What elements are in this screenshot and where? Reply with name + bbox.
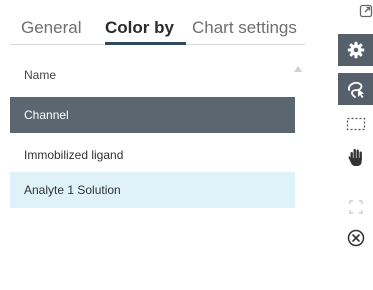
rectangle-select-icon (346, 117, 365, 131)
lasso-select-icon (347, 81, 364, 98)
rectangle-select-button[interactable] (338, 110, 373, 138)
color-by-panel: General Color by Chart settings Name Cha… (0, 0, 330, 290)
close-circle-icon (347, 229, 364, 247)
close-button[interactable] (338, 225, 373, 251)
list-item-label: Immobilized ligand (24, 148, 124, 162)
expand-button[interactable] (338, 195, 373, 219)
pan-hand-icon (347, 149, 362, 166)
tab-general[interactable]: General (21, 18, 81, 38)
tab-chart-settings[interactable]: Chart settings (192, 18, 297, 38)
list-header[interactable]: Name (10, 62, 295, 90)
chart-toolbar (338, 0, 373, 290)
active-tab-indicator (105, 42, 186, 45)
popout-button[interactable] (338, 0, 373, 22)
list-item[interactable]: Channel (10, 97, 295, 133)
tab-color-by[interactable]: Color by (105, 18, 174, 38)
list-item[interactable]: Immobilized ligand (10, 137, 295, 173)
gear-icon (347, 41, 364, 59)
popout-icon (359, 4, 373, 18)
settings-button[interactable] (338, 34, 373, 66)
lasso-select-button[interactable] (338, 73, 373, 105)
list-item[interactable]: Analyte 1 Solution (10, 172, 295, 208)
list-item-label: Analyte 1 Solution (24, 183, 121, 197)
list-item-label: Channel (24, 108, 69, 122)
pan-button[interactable] (338, 142, 373, 172)
sort-ascending-icon[interactable] (294, 66, 302, 72)
tab-bar: General Color by Chart settings (10, 14, 305, 45)
name-column-header: Name (24, 68, 57, 82)
expand-icon (348, 200, 363, 214)
